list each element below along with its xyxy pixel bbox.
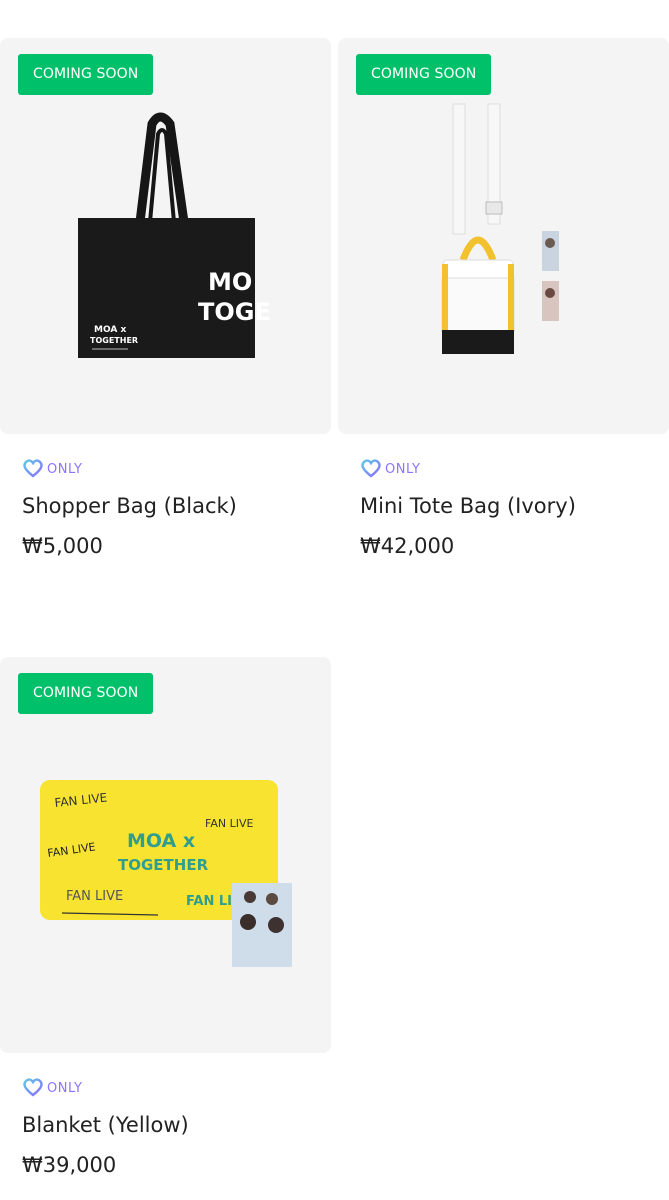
product-card[interactable]: COMING SOON ONLY Mini Tote Bag (Ivory) ₩…	[338, 38, 669, 568]
product-name[interactable]: Shopper Bag (Black)	[22, 494, 237, 518]
bag-print-text: TOGE	[198, 298, 271, 326]
blanket-print-text: FAN LI	[186, 894, 232, 909]
coming-soon-badge: COMING SOON	[356, 54, 492, 95]
only-label: ONLY	[385, 461, 421, 477]
bag-print-text: MOA x	[94, 325, 126, 335]
product-image[interactable]: COMING SOON	[338, 38, 669, 434]
members-only-tag: ONLY	[22, 1077, 82, 1099]
product-image[interactable]: MO TOGE MOA x TOGETHER COMING SOON	[0, 38, 331, 434]
mini-tote-bag-image	[441, 103, 559, 354]
members-only-tag: ONLY	[360, 458, 420, 480]
blanket-print-text: MOA x	[127, 830, 195, 852]
bag-print-text: TOGETHER	[90, 336, 138, 345]
blanket-image: FAN LIVE FAN LIVE FAN LIVE MOA x TOGETHE…	[40, 780, 292, 967]
shopper-bag-image: MO TOGE MOA x TOGETHER	[78, 112, 271, 358]
weverse-heart-icon	[23, 459, 43, 478]
weverse-heart-icon	[23, 1078, 43, 1097]
product-card[interactable]: MO TOGE MOA x TOGETHER COMING SOON ONLY …	[0, 38, 331, 568]
members-only-tag: ONLY	[22, 458, 82, 480]
blanket-print-text: FAN LIVE	[205, 817, 253, 830]
product-price: ₩42,000	[360, 534, 455, 558]
blanket-print-text: TOGETHER	[118, 856, 209, 874]
product-card[interactable]: FAN LIVE FAN LIVE FAN LIVE MOA x TOGETHE…	[0, 657, 331, 1187]
product-image[interactable]: FAN LIVE FAN LIVE FAN LIVE MOA x TOGETHE…	[0, 657, 331, 1053]
bag-print-text: MO	[208, 268, 252, 296]
product-name[interactable]: Blanket (Yellow)	[22, 1113, 189, 1137]
only-label: ONLY	[47, 1080, 83, 1096]
blanket-print-text: FAN LIVE	[66, 889, 123, 904]
coming-soon-badge: COMING SOON	[18, 54, 154, 95]
coming-soon-badge: COMING SOON	[18, 673, 154, 714]
product-price: ₩39,000	[22, 1153, 117, 1177]
product-name[interactable]: Mini Tote Bag (Ivory)	[360, 494, 576, 518]
only-label: ONLY	[47, 461, 83, 477]
weverse-heart-icon	[361, 459, 381, 478]
product-price: ₩5,000	[22, 534, 103, 558]
